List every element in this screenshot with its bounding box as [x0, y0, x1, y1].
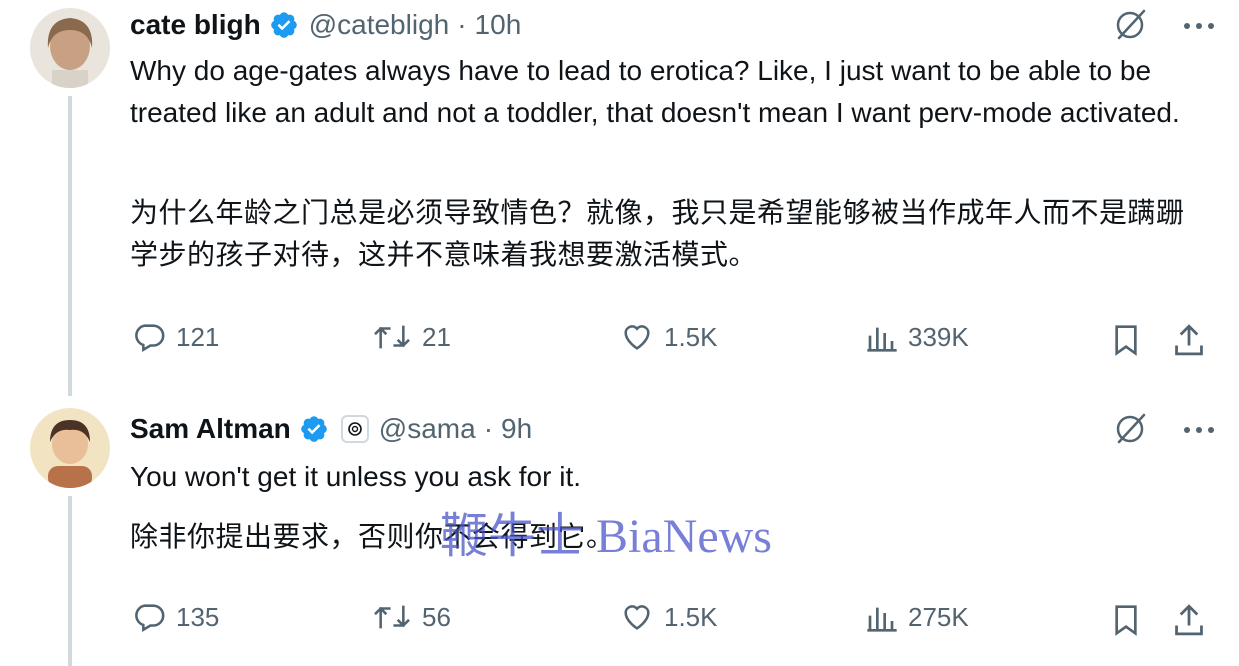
- reply-icon: [135, 604, 165, 633]
- author-handle[interactable]: @catebligh: [309, 9, 450, 41]
- views-count: 339K: [908, 321, 969, 352]
- avatar-sam-altman[interactable]: [30, 408, 110, 488]
- bookmark-icon[interactable]: [1110, 322, 1142, 363]
- separator-dot: ·: [457, 9, 467, 40]
- share-icon[interactable]: [1172, 322, 1206, 363]
- grok-icon[interactable]: [1113, 410, 1149, 451]
- reply-count: 121: [176, 321, 220, 352]
- thread-line: [68, 496, 72, 666]
- more-icon[interactable]: [1183, 17, 1215, 35]
- author-handle[interactable]: @sama: [379, 413, 476, 445]
- views-icon: [867, 607, 897, 632]
- repost-count: 56: [422, 601, 451, 632]
- tweet-cate-bligh[interactable]: cate bligh @catebligh · 10h Why do age-g…: [0, 0, 1239, 396]
- reply-button[interactable]: 121: [132, 320, 219, 354]
- repost-button[interactable]: 56: [372, 600, 451, 634]
- like-count: 1.5K: [664, 601, 718, 632]
- grok-icon[interactable]: [1113, 6, 1149, 47]
- separator-dot: ·: [483, 413, 494, 444]
- verified-icon: [299, 414, 329, 444]
- views-button[interactable]: 275K: [866, 600, 969, 634]
- like-icon: [624, 605, 650, 630]
- repost-icon: [374, 605, 410, 629]
- affiliate-badge-icon[interactable]: [340, 415, 369, 443]
- repost-count: 21: [422, 321, 451, 352]
- reply-count: 135: [176, 601, 220, 632]
- like-button[interactable]: 1.5K: [620, 600, 718, 634]
- tweet-text-en: Why do age-gates always have to lead to …: [130, 55, 1180, 128]
- like-button[interactable]: 1.5K: [620, 320, 718, 354]
- tweet-time[interactable]: 10h: [475, 9, 522, 41]
- views-icon: [867, 327, 897, 352]
- watermark: 鞭牛士 BiaNews: [440, 510, 772, 563]
- author-name[interactable]: cate bligh: [130, 9, 261, 41]
- views-count: 275K: [908, 601, 969, 632]
- views-button[interactable]: 339K: [866, 320, 969, 354]
- more-icon[interactable]: [1183, 421, 1215, 439]
- avatar-cate-bligh[interactable]: [30, 8, 110, 88]
- reply-button[interactable]: 135: [132, 600, 219, 634]
- reply-icon: [135, 324, 165, 353]
- tweet-time[interactable]: 9h: [501, 413, 532, 445]
- repost-icon: [374, 325, 410, 349]
- author-name[interactable]: Sam Altman: [130, 413, 291, 445]
- tweet-text-zh: 为什么年龄之门总是必须导致情色？就像，我只是希望能够被当作成年人而不是蹒跚学步的…: [130, 197, 1185, 270]
- like-count: 1.5K: [664, 321, 718, 352]
- share-icon[interactable]: [1172, 602, 1206, 643]
- tweet-text-en: You won't get it unless you ask for it.: [130, 461, 582, 492]
- like-icon: [624, 325, 650, 350]
- repost-button[interactable]: 21: [372, 320, 451, 354]
- verified-icon: [269, 10, 299, 40]
- bookmark-icon[interactable]: [1110, 602, 1142, 643]
